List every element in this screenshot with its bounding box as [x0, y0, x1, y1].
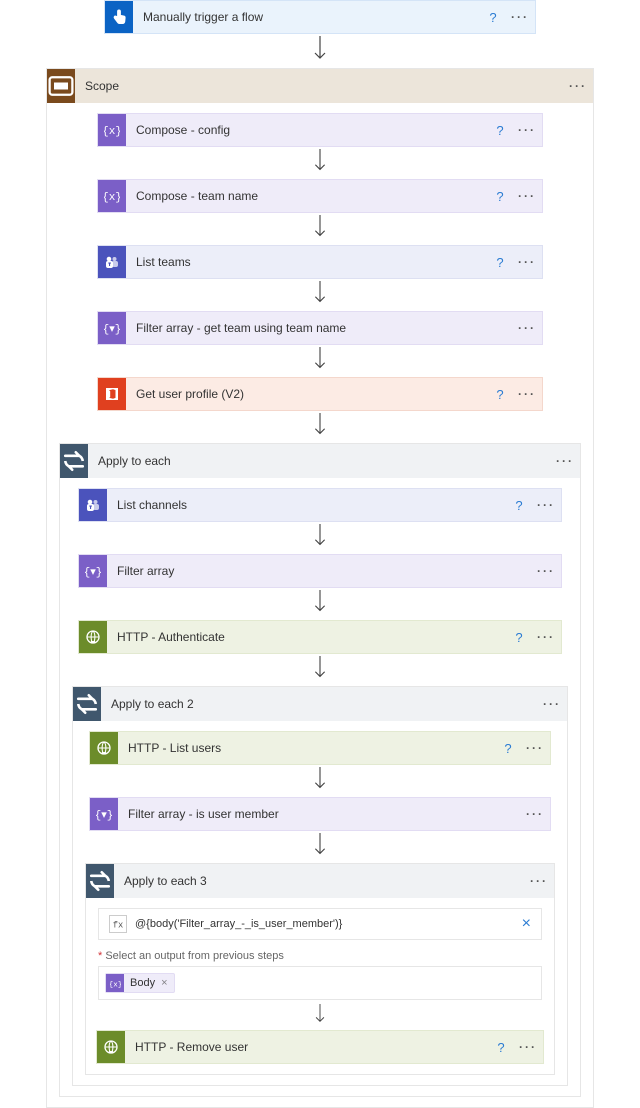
http-icon: [97, 1031, 125, 1063]
trigger-step[interactable]: Manually trigger a flow ? ···: [104, 0, 536, 34]
more-menu[interactable]: ···: [505, 10, 535, 24]
more-menu[interactable]: ···: [520, 741, 550, 755]
scope-icon: [47, 69, 75, 103]
filter-icon: [79, 555, 107, 587]
filter-is-member-step[interactable]: Filter array - is user member ···: [89, 797, 551, 831]
filter-array-step[interactable]: Filter array ···: [78, 554, 562, 588]
more-menu[interactable]: ···: [537, 697, 567, 711]
more-menu[interactable]: ···: [512, 123, 542, 137]
more-menu[interactable]: ···: [512, 255, 542, 269]
teams-icon: [98, 246, 126, 278]
office365-icon: [98, 378, 126, 410]
apply-to-each-3-container: Apply to each 3 ··· @{body('Filter_array…: [85, 863, 555, 1075]
compose-icon: [98, 180, 126, 212]
more-menu[interactable]: ···: [512, 189, 542, 203]
body-token[interactable]: Body ×: [105, 973, 175, 993]
help-icon[interactable]: ?: [488, 123, 512, 138]
more-menu[interactable]: ···: [513, 1040, 543, 1054]
expression-text: @{body('Filter_array_-_is_user_member')}: [135, 918, 342, 930]
help-icon[interactable]: ?: [507, 630, 531, 645]
help-icon[interactable]: ?: [481, 10, 505, 25]
http-icon: [79, 621, 107, 653]
http-list-users-step[interactable]: HTTP - List users ? ···: [89, 731, 551, 765]
more-menu[interactable]: ···: [563, 79, 593, 93]
list-teams-step[interactable]: List teams ? ···: [97, 245, 543, 279]
more-menu[interactable]: ···: [524, 874, 554, 888]
connector: [0, 34, 640, 68]
loop-icon: [86, 864, 114, 898]
teams-icon: [79, 489, 107, 521]
more-menu[interactable]: ···: [531, 630, 561, 644]
list-channels-step[interactable]: List channels ? ···: [78, 488, 562, 522]
output-token-field[interactable]: Body ×: [98, 966, 542, 1000]
http-authenticate-step[interactable]: HTTP - Authenticate ? ···: [78, 620, 562, 654]
required-indicator: *: [98, 950, 102, 962]
http-remove-user-step[interactable]: HTTP - Remove user ? ···: [96, 1030, 544, 1064]
fx-icon: [109, 915, 127, 933]
more-menu[interactable]: ···: [550, 454, 580, 468]
filter-icon: [90, 798, 118, 830]
scope-container: Scope ··· Compose - config ? ··· Compose…: [46, 68, 594, 1108]
more-menu[interactable]: ···: [531, 498, 561, 512]
help-icon[interactable]: ?: [488, 255, 512, 270]
token-icon: [106, 974, 124, 992]
apply-to-each-container: Apply to each ··· List channels ? ··· Fi…: [59, 443, 581, 1097]
help-icon[interactable]: ?: [496, 741, 520, 756]
http-icon: [90, 732, 118, 764]
field-label: * Select an output from previous steps: [98, 950, 542, 962]
help-icon[interactable]: ?: [489, 1040, 513, 1055]
get-user-profile-step[interactable]: Get user profile (V2) ? ···: [97, 377, 543, 411]
trigger-label: Manually trigger a flow: [133, 10, 481, 24]
apply-to-each-header[interactable]: Apply to each ···: [60, 444, 580, 478]
apply-to-each-2-container: Apply to each 2 ··· HTTP - List users ? …: [72, 686, 568, 1086]
more-menu[interactable]: ···: [512, 387, 542, 401]
filter-icon: [98, 312, 126, 344]
help-icon[interactable]: ?: [488, 387, 512, 402]
compose-teamname-step[interactable]: Compose - team name ? ···: [97, 179, 543, 213]
loop-icon: [73, 687, 101, 721]
compose-icon: [98, 114, 126, 146]
manual-trigger-icon: [105, 1, 133, 33]
scope-label: Scope: [75, 79, 563, 93]
more-menu[interactable]: ···: [512, 321, 542, 335]
compose-config-step[interactable]: Compose - config ? ···: [97, 113, 543, 147]
apply-to-each-2-header[interactable]: Apply to each 2 ···: [73, 687, 567, 721]
loop-icon: [60, 444, 88, 478]
help-icon[interactable]: ?: [488, 189, 512, 204]
expression-row[interactable]: @{body('Filter_array_-_is_user_member')}…: [98, 908, 542, 940]
scope-header[interactable]: Scope ···: [47, 69, 593, 103]
remove-token-button[interactable]: ×: [161, 977, 167, 989]
more-menu[interactable]: ···: [520, 807, 550, 821]
help-icon[interactable]: ?: [507, 498, 531, 513]
clear-expression-button[interactable]: ×: [522, 915, 531, 933]
more-menu[interactable]: ···: [531, 564, 561, 578]
filter-team-step[interactable]: Filter array - get team using team name …: [97, 311, 543, 345]
apply-to-each-3-header[interactable]: Apply to each 3 ···: [86, 864, 554, 898]
